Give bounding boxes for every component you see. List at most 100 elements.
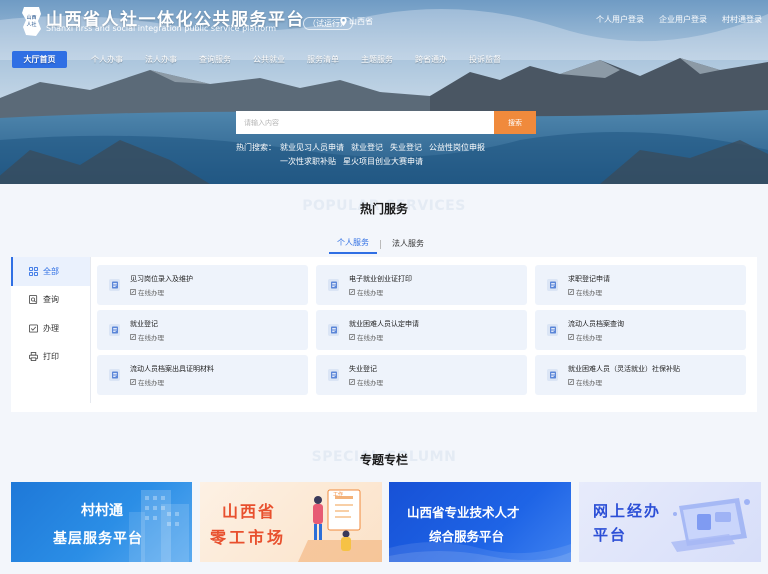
category-label: 打印 bbox=[43, 352, 59, 362]
service-card-status: 在线办理 bbox=[349, 377, 383, 387]
service-card[interactable]: 流动人员档案查询在线办理 bbox=[535, 310, 746, 350]
hot-keyword[interactable]: 就业登记 bbox=[351, 143, 383, 152]
banner-title: 山西省专业技术人才 bbox=[407, 505, 520, 520]
service-card-sub: 在线办理 bbox=[357, 289, 383, 297]
tab-personal-service[interactable]: 个人服务 bbox=[329, 235, 377, 254]
service-card[interactable]: 流动人员档案出具证明材料在线办理 bbox=[97, 355, 308, 395]
edit-icon bbox=[568, 334, 574, 340]
tab-legal-service[interactable]: 法人服务 bbox=[384, 236, 432, 253]
hot-search-label: 热门搜索： bbox=[236, 143, 276, 152]
banner-village-platform[interactable]: 村村通 基层服务平台 bbox=[11, 482, 192, 562]
document-icon bbox=[109, 369, 120, 381]
nav-item-query[interactable]: 查询服务 bbox=[188, 51, 242, 68]
nav-item-theme[interactable]: 主题服务 bbox=[350, 51, 404, 68]
hot-keyword[interactable]: 公益性岗位申报 bbox=[429, 143, 485, 152]
grid-icon bbox=[29, 266, 38, 276]
banner-subtitle: 平台 bbox=[593, 526, 628, 544]
edit-icon bbox=[130, 289, 136, 295]
service-card-title: 就业登记 bbox=[130, 320, 158, 328]
service-card-title: 见习岗位录入及维护 bbox=[130, 275, 193, 283]
service-card-status: 在线办理 bbox=[130, 287, 164, 297]
region-selector[interactable]: 山西省 bbox=[340, 16, 373, 27]
buildings-illustration-icon bbox=[129, 490, 189, 562]
banner-talent-platform[interactable]: 山西省专业技术人才 综合服务平台 bbox=[389, 482, 571, 562]
service-card-title: 流动人员档案出具证明材料 bbox=[130, 365, 214, 373]
banner-subtitle: 基层服务平台 bbox=[53, 531, 143, 547]
document-icon bbox=[109, 279, 120, 291]
document-icon bbox=[547, 324, 558, 336]
services-panel: 全部 查询 办理 打印 见习岗位录入及维护 在线办理 电子就业创业证打印 在线办理 求职… bbox=[11, 257, 757, 412]
category-query[interactable]: 查询 bbox=[11, 286, 90, 315]
category-print[interactable]: 打印 bbox=[11, 343, 90, 372]
document-icon bbox=[328, 324, 339, 336]
search-bar: 搜索 bbox=[236, 111, 536, 134]
service-tabs: 个人服务 法人服务 bbox=[329, 235, 432, 254]
service-card[interactable]: 见习岗位录入及维护 在线办理 bbox=[97, 265, 308, 305]
document-icon bbox=[328, 279, 339, 291]
workers-illustration-icon bbox=[298, 489, 382, 562]
service-card[interactable]: 就业困难人员（灵活就业）社保补贴 在线办理 bbox=[535, 355, 746, 395]
service-card-status: 在线办理 bbox=[568, 287, 602, 297]
banner-title: 山西省 bbox=[222, 502, 277, 521]
personal-login-link[interactable]: 个人用户登录 bbox=[596, 14, 644, 25]
svg-text:山西: 山西 bbox=[26, 14, 36, 21]
hot-keyword[interactable]: 就业见习人员申请 bbox=[280, 143, 344, 152]
nav-item-service-list[interactable]: 服务清单 bbox=[296, 51, 350, 68]
enterprise-login-link[interactable]: 企业用户登录 bbox=[659, 14, 707, 25]
banner-gig-market[interactable]: 工作 山西省 零工市场 bbox=[200, 482, 382, 562]
category-handle[interactable]: 办理 bbox=[11, 314, 90, 343]
service-card-title: 失业登记 bbox=[349, 365, 377, 373]
banner-subtitle: 综合服务平台 bbox=[429, 529, 505, 544]
category-all[interactable]: 全部 bbox=[11, 257, 90, 286]
service-card[interactable]: 就业登记 在线办理 bbox=[97, 310, 308, 350]
service-card-status: 在线办理 bbox=[349, 332, 383, 342]
service-card[interactable]: 就业困难人员认定申请 在线办理 bbox=[316, 310, 527, 350]
handle-icon bbox=[29, 324, 38, 333]
nav-item-employment[interactable]: 公共就业 bbox=[242, 51, 296, 68]
search-button[interactable]: 搜索 bbox=[494, 111, 536, 134]
nav-item-complaint[interactable]: 投诉监督 bbox=[458, 51, 512, 68]
nav-item-home[interactable]: 大厅首页 bbox=[12, 51, 67, 68]
village-login-link[interactable]: 村村通登录 bbox=[722, 14, 762, 25]
edit-icon bbox=[130, 379, 136, 385]
service-card-status: 在线办理 bbox=[130, 332, 164, 342]
edit-icon bbox=[349, 334, 355, 340]
service-card-sub: 在线办理 bbox=[138, 379, 164, 387]
hot-keyword[interactable]: 失业登记 bbox=[390, 143, 422, 152]
banner-title: 网上经办 bbox=[593, 502, 662, 520]
banner-title: 村村通 bbox=[81, 503, 123, 519]
service-card-sub: 在线办理 bbox=[576, 289, 602, 297]
edit-icon bbox=[568, 379, 574, 385]
location-pin-icon bbox=[340, 17, 347, 26]
service-card-title: 流动人员档案查询 bbox=[568, 320, 624, 328]
hot-keyword[interactable]: 一次性求职补贴 bbox=[280, 157, 336, 166]
category-label: 全部 bbox=[43, 266, 59, 276]
top-login-links: 个人用户登录 企业用户登录 村村通登录 bbox=[596, 14, 762, 25]
service-card-sub: 在线办理 bbox=[576, 334, 602, 342]
device-illustration-icon bbox=[671, 498, 750, 552]
service-card[interactable]: 失业登记 在线办理 bbox=[316, 355, 527, 395]
category-label: 查询 bbox=[43, 295, 59, 305]
hero-banner: 山西 人社 山西省人社一体化公共服务平台 Shanxi hrss and soc… bbox=[0, 0, 768, 184]
wave-pattern-icon bbox=[389, 542, 571, 562]
search-doc-icon bbox=[29, 295, 38, 305]
document-icon bbox=[547, 369, 558, 381]
hot-keyword[interactable]: 星火项目创业大赛申请 bbox=[343, 157, 423, 166]
nav-item-personal[interactable]: 个人办事 bbox=[80, 51, 134, 68]
printer-icon bbox=[29, 352, 38, 362]
edit-icon bbox=[349, 379, 355, 385]
service-card[interactable]: 求职登记申请 在线办理 bbox=[535, 265, 746, 305]
service-card[interactable]: 电子就业创业证打印 在线办理 bbox=[316, 265, 527, 305]
document-icon bbox=[547, 279, 558, 291]
banner-online-platform[interactable]: 网上经办 平台 bbox=[579, 482, 761, 562]
service-card-sub: 在线办理 bbox=[357, 334, 383, 342]
service-card-status: 在线办理 bbox=[130, 377, 164, 387]
banner-subtitle: 零工市场 bbox=[210, 528, 287, 547]
region-label: 山西省 bbox=[349, 17, 373, 26]
nav-item-legal[interactable]: 法人办事 bbox=[134, 51, 188, 68]
banner-tag: 工作 bbox=[333, 492, 344, 498]
search-input[interactable] bbox=[236, 111, 494, 134]
nav-item-cross-province[interactable]: 跨省通办 bbox=[404, 51, 458, 68]
service-card-status: 在线办理 bbox=[568, 377, 602, 387]
special-title: 专题专栏 bbox=[359, 453, 408, 467]
